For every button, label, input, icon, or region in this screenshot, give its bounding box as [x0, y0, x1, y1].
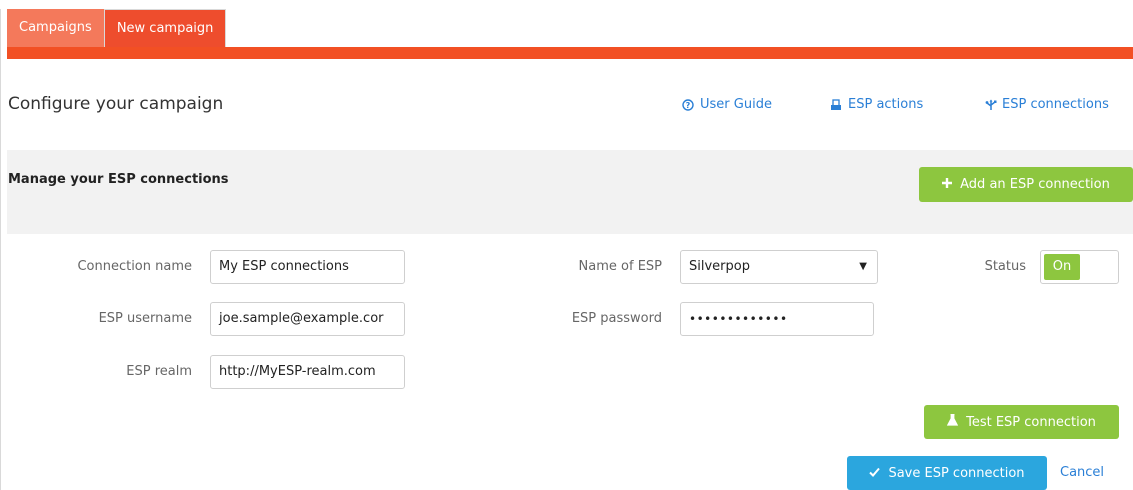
- test-esp-connection-label: Test ESP connection: [966, 414, 1096, 430]
- user-guide-link[interactable]: ? User Guide: [682, 97, 772, 112]
- user-guide-label: User Guide: [700, 97, 772, 112]
- page-left-border: [0, 9, 1, 490]
- caret-down-icon: ▼: [859, 261, 867, 272]
- connection-name-label: Connection name: [77, 259, 192, 274]
- esp-username-label: ESP username: [98, 311, 192, 326]
- connection-name-input[interactable]: My ESP connections: [210, 250, 405, 284]
- esp-realm-input[interactable]: http://MyESP-realm.com: [210, 355, 405, 389]
- test-esp-connection-button[interactable]: Test ESP connection: [924, 405, 1119, 439]
- section-title: Manage your ESP connections: [8, 172, 229, 187]
- flask-icon: [946, 413, 959, 430]
- usb-icon: [984, 99, 998, 111]
- status-label: Status: [984, 259, 1026, 274]
- add-esp-connection-label: Add an ESP connection: [960, 177, 1110, 192]
- esp-select-value: Silverpop: [689, 259, 750, 274]
- save-esp-connection-button[interactable]: Save ESP connection: [847, 456, 1047, 490]
- add-esp-connection-button[interactable]: Add an ESP connection: [919, 167, 1133, 202]
- svg-text:?: ?: [686, 101, 691, 110]
- name-of-esp-label: Name of ESP: [578, 259, 662, 274]
- esp-password-label: ESP password: [571, 311, 662, 326]
- clipboard-icon: [830, 98, 842, 111]
- esp-actions-link[interactable]: ESP actions: [830, 97, 923, 112]
- save-esp-connection-label: Save ESP connection: [888, 465, 1025, 481]
- top-tabs: Campaigns New campaign: [7, 9, 227, 47]
- page-title: Configure your campaign: [8, 94, 224, 114]
- esp-actions-label: ESP actions: [848, 97, 924, 112]
- status-toggle[interactable]: On: [1040, 250, 1119, 284]
- help-circle-icon: ?: [682, 98, 694, 111]
- esp-username-input[interactable]: joe.sample@example.cor: [210, 302, 405, 336]
- plus-icon: [942, 177, 953, 192]
- esp-password-input[interactable]: •••••••••••••: [680, 302, 874, 336]
- brand-bar: [7, 47, 1133, 59]
- esp-connections-label: ESP connections: [1002, 97, 1109, 112]
- checkmark-icon: [869, 466, 881, 481]
- tab-campaigns[interactable]: Campaigns: [7, 9, 104, 47]
- esp-select[interactable]: Silverpop ▼: [680, 250, 878, 284]
- esp-realm-label: ESP realm: [126, 364, 192, 379]
- tab-new-campaign[interactable]: New campaign: [103, 9, 227, 47]
- esp-connections-link[interactable]: ESP connections: [984, 97, 1109, 112]
- cancel-link[interactable]: Cancel: [1060, 465, 1104, 480]
- status-toggle-on: On: [1044, 254, 1080, 280]
